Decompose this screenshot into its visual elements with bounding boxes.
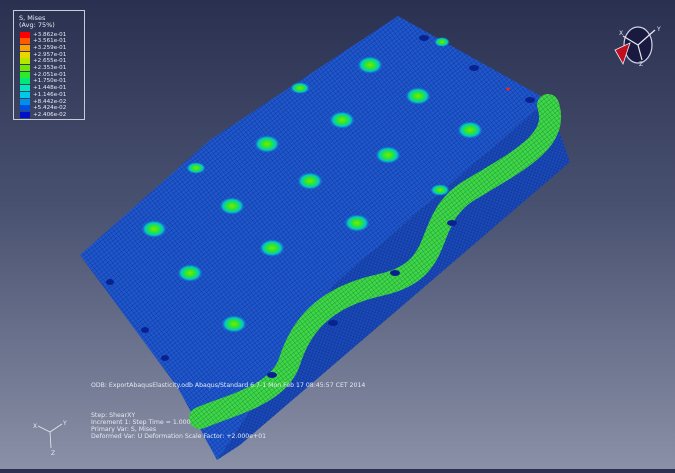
legend-value: +2.353e-01 — [33, 65, 67, 71]
legend-swatch — [20, 85, 30, 92]
triad-y: Y — [62, 420, 67, 427]
legend-value: +3.561e-01 — [33, 38, 67, 45]
legend-swatch — [20, 105, 30, 112]
legend-swatch — [20, 91, 30, 98]
legend-swatch — [20, 111, 30, 118]
legend-entry: +2.406e-02 — [20, 111, 66, 118]
legend-swatch — [20, 31, 30, 38]
legend-subtitle: (Avg: 75%) — [19, 21, 55, 29]
view-cube-x: X — [619, 30, 623, 37]
view-cube-z: Z — [639, 61, 643, 68]
legend-swatch — [20, 98, 30, 105]
axis-triad: X Y Z — [33, 420, 67, 457]
legend-value: +1.448e-01 — [33, 85, 67, 92]
contour-legend: S, Mises (Avg: 75%) +3.862e-01 +3.561e-01… — [13, 10, 85, 120]
legend-swatch — [20, 51, 30, 58]
legend-value: +2.051e-01 — [33, 71, 67, 78]
legend-value: +8.442e-02 — [33, 98, 67, 105]
legend-swatch — [20, 44, 30, 51]
model-viewport[interactable]: Y X Z X Y Z — [0, 0, 675, 469]
legend-value: +5.424e-02 — [33, 105, 67, 112]
triad-z: Z — [51, 450, 55, 457]
legend-value: +1.750e-01 — [33, 78, 67, 85]
model-canvas[interactable]: Y X Z X Y Z — [0, 0, 675, 469]
legend-value: +3.259e-01 — [33, 44, 67, 51]
odb-info: ODB: ExportAbaqusElasticity.odb Abaqus/S… — [91, 382, 366, 389]
legend-swatch — [20, 38, 30, 45]
view-cube[interactable]: Y X Z — [614, 26, 661, 68]
view-cube-y: Y — [656, 26, 661, 33]
legend-swatch — [20, 78, 30, 85]
legend-value: +3.862e-01 — [33, 31, 67, 38]
legend-value: +2.406e-02 — [33, 111, 67, 118]
deformed-var-info: Deformed Var: U Deformation Scale Factor… — [91, 433, 267, 440]
legend-value: +2.655e-01 — [33, 58, 67, 65]
legend-value: +1.146e-01 — [33, 91, 67, 98]
legend-value: +2.957e-01 — [33, 51, 67, 58]
legend-swatch — [20, 65, 30, 71]
legend-swatch — [20, 71, 30, 78]
triad-x: X — [33, 423, 37, 430]
legend-swatch — [20, 58, 30, 65]
max-stress-marker — [506, 87, 510, 91]
